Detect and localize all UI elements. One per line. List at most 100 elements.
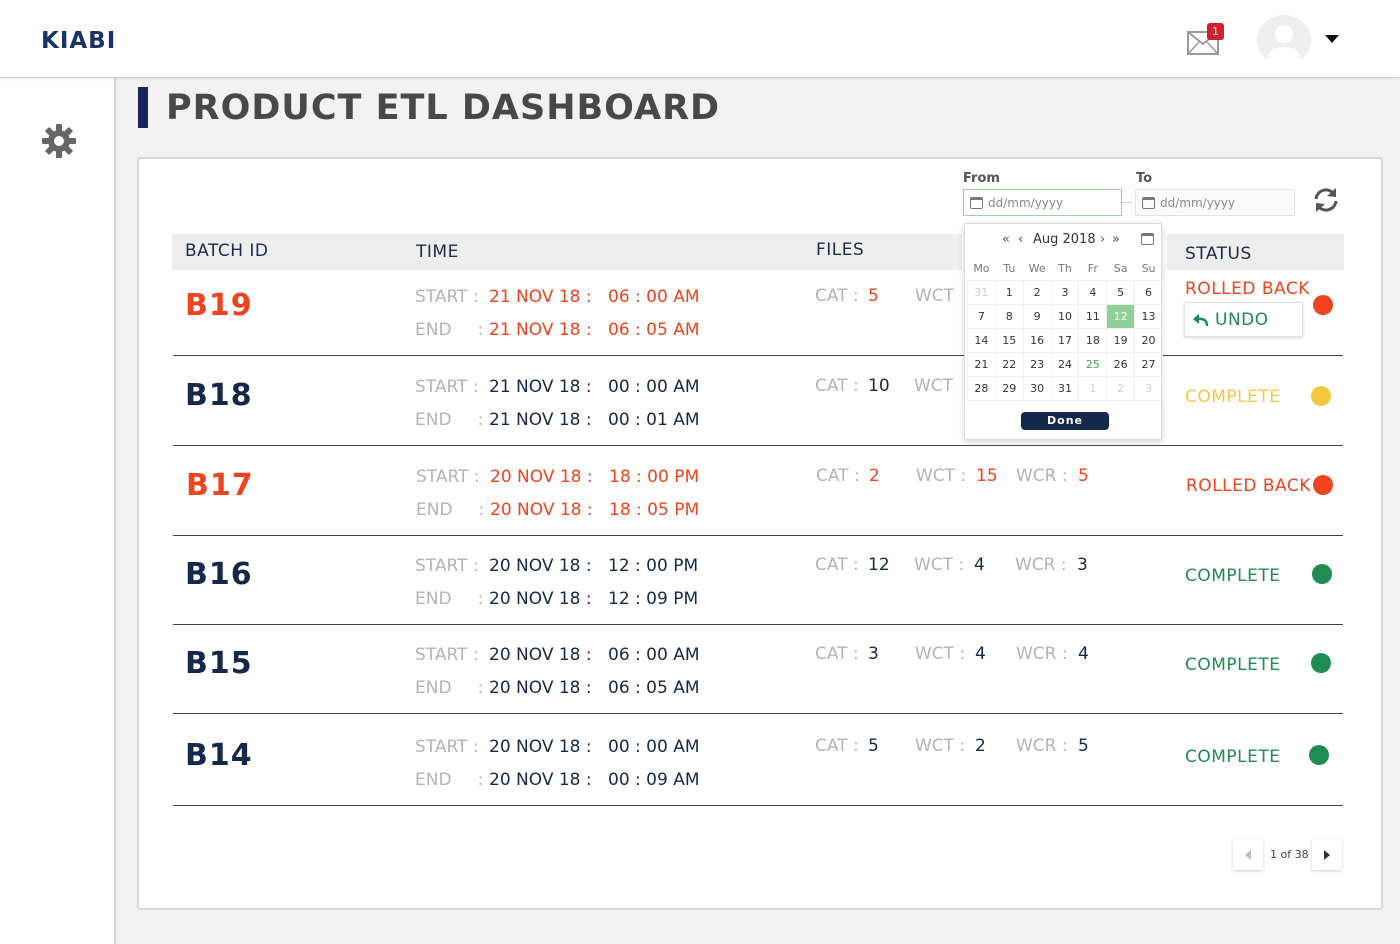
calendar-day[interactable]: 20 bbox=[1134, 327, 1163, 353]
wct-label: WCT : bbox=[915, 644, 966, 664]
calendar-day[interactable]: 4 bbox=[1078, 279, 1108, 305]
status-dot bbox=[1311, 653, 1331, 673]
prev-page-button[interactable] bbox=[1233, 840, 1263, 870]
wcr-label: WCR : bbox=[1016, 736, 1068, 756]
batch-id[interactable]: B14 bbox=[185, 738, 253, 773]
calendar-day[interactable]: 23 bbox=[1022, 351, 1052, 377]
calendar-day[interactable]: 5 bbox=[1106, 279, 1136, 305]
calendar-day[interactable]: 27 bbox=[1134, 351, 1163, 377]
calendar-day[interactable]: 21 bbox=[967, 351, 996, 377]
calendar-day[interactable]: 1 bbox=[1078, 375, 1108, 401]
start-label: START : bbox=[416, 467, 480, 487]
calendar-day[interactable]: 9 bbox=[1022, 303, 1052, 329]
calendar-day[interactable]: 13 bbox=[1134, 303, 1163, 329]
cat-label: CAT : bbox=[815, 736, 859, 756]
notification-badge: 1 bbox=[1207, 23, 1224, 40]
sidebar bbox=[0, 78, 116, 944]
weekday-label: Sa bbox=[1113, 262, 1128, 276]
weekday-label: Su bbox=[1141, 262, 1156, 276]
calendar-day[interactable]: 7 bbox=[967, 303, 996, 329]
end-time: 06 : 05 AM bbox=[608, 678, 700, 698]
calendar-icon[interactable] bbox=[1141, 233, 1154, 245]
wct-count: 4 bbox=[975, 644, 986, 664]
calendar-day[interactable]: 2 bbox=[1022, 279, 1052, 305]
batch-id[interactable]: B16 bbox=[185, 557, 253, 592]
calendar-icon bbox=[970, 196, 983, 209]
weekday-label: We bbox=[1028, 262, 1046, 276]
calendar-day[interactable]: 26 bbox=[1106, 351, 1136, 377]
calendar-day[interactable]: 19 bbox=[1106, 327, 1136, 353]
calendar-day[interactable]: 16 bbox=[1022, 327, 1052, 353]
calendar-day[interactable]: 31 bbox=[1050, 375, 1080, 401]
calendar-grid: Mo Tu We Th Fr Sa Su 31 1 2 3 4 5 6 7 8 9 10 11 12 13 14 15 16… bbox=[967, 258, 1163, 401]
end-time: 18 : 05 PM bbox=[609, 500, 700, 520]
calendar-day[interactable]: 6 bbox=[1134, 279, 1163, 305]
undo-button[interactable]: UNDO bbox=[1184, 302, 1303, 337]
cat-label: CAT : bbox=[815, 376, 859, 396]
batch-id[interactable]: B17 bbox=[186, 468, 254, 503]
calendar-day[interactable]: 28 bbox=[967, 375, 996, 401]
start-date: 21 NOV 18 : bbox=[489, 377, 592, 397]
calendar-day[interactable]: 29 bbox=[994, 375, 1024, 401]
calendar-day[interactable]: 17 bbox=[1050, 327, 1080, 353]
table-row[interactable] bbox=[173, 536, 1343, 625]
start-label: START : bbox=[415, 377, 479, 397]
start-time: 00 : 00 AM bbox=[608, 737, 700, 757]
gear-icon[interactable] bbox=[41, 123, 77, 159]
table-row[interactable] bbox=[173, 714, 1343, 806]
start-time: 06 : 00 AM bbox=[608, 645, 700, 665]
refresh-icon[interactable] bbox=[1312, 186, 1340, 214]
table-row[interactable] bbox=[173, 270, 1343, 356]
calendar-day[interactable]: 11 bbox=[1078, 303, 1108, 329]
batch-id[interactable]: B19 bbox=[185, 288, 253, 323]
from-date-field[interactable] bbox=[963, 189, 1122, 216]
table-row[interactable] bbox=[173, 625, 1343, 714]
calendar-day[interactable]: 22 bbox=[994, 351, 1024, 377]
start-label: START : bbox=[415, 737, 479, 757]
calendar-day[interactable]: 14 bbox=[967, 327, 996, 353]
done-button[interactable]: Done bbox=[1021, 412, 1109, 430]
calendar-month-label[interactable]: Aug 2018 bbox=[1033, 232, 1096, 247]
to-date-field[interactable] bbox=[1135, 189, 1295, 216]
calendar-day[interactable]: 31 bbox=[967, 279, 996, 305]
start-date: 20 NOV 18 : bbox=[489, 645, 592, 665]
avatar[interactable] bbox=[1257, 15, 1311, 65]
cat-count: 2 bbox=[869, 466, 880, 486]
table-row[interactable] bbox=[173, 446, 1343, 536]
status-badge: COMPLETE bbox=[1185, 387, 1281, 407]
batch-id[interactable]: B18 bbox=[185, 378, 253, 413]
calendar-day[interactable]: 12 bbox=[1106, 303, 1136, 329]
chevron-down-icon[interactable] bbox=[1325, 35, 1339, 43]
calendar-day[interactable]: 10 bbox=[1050, 303, 1080, 329]
prev-year-button[interactable]: « bbox=[1002, 232, 1010, 247]
table-row[interactable] bbox=[173, 356, 1343, 446]
end-label: END: bbox=[415, 770, 484, 790]
next-year-button[interactable]: » bbox=[1112, 232, 1120, 247]
next-month-button[interactable]: › bbox=[1100, 232, 1105, 247]
range-separator bbox=[1122, 202, 1132, 203]
end-label: END: bbox=[415, 320, 484, 340]
calendar-day[interactable]: 24 bbox=[1050, 351, 1080, 377]
calendar-day[interactable]: 3 bbox=[1134, 375, 1163, 401]
calendar-day[interactable]: 15 bbox=[994, 327, 1024, 353]
end-label: END: bbox=[415, 678, 484, 698]
calendar-day[interactable]: 2 bbox=[1106, 375, 1136, 401]
calendar-day[interactable]: 30 bbox=[1022, 375, 1052, 401]
kiabi-logo[interactable]: KIABI bbox=[41, 28, 116, 54]
weekday-label: Tu bbox=[1003, 262, 1016, 276]
from-date-input[interactable] bbox=[988, 195, 1118, 210]
prev-month-button[interactable]: ‹ bbox=[1018, 232, 1023, 247]
calendar-day[interactable]: 18 bbox=[1078, 327, 1108, 353]
start-date: 20 NOV 18 : bbox=[490, 467, 593, 487]
chevron-left-icon bbox=[1245, 850, 1251, 860]
calendar-day[interactable]: 8 bbox=[994, 303, 1024, 329]
to-date-input[interactable] bbox=[1160, 195, 1290, 210]
cat-label: CAT : bbox=[816, 466, 860, 486]
batch-id[interactable]: B15 bbox=[185, 646, 253, 681]
next-page-button[interactable] bbox=[1312, 840, 1342, 870]
cat-count: 12 bbox=[868, 555, 890, 575]
from-label: From bbox=[963, 171, 1000, 186]
calendar-day[interactable]: 3 bbox=[1050, 279, 1080, 305]
calendar-day[interactable]: 25 bbox=[1078, 351, 1108, 377]
calendar-day[interactable]: 1 bbox=[994, 279, 1024, 305]
